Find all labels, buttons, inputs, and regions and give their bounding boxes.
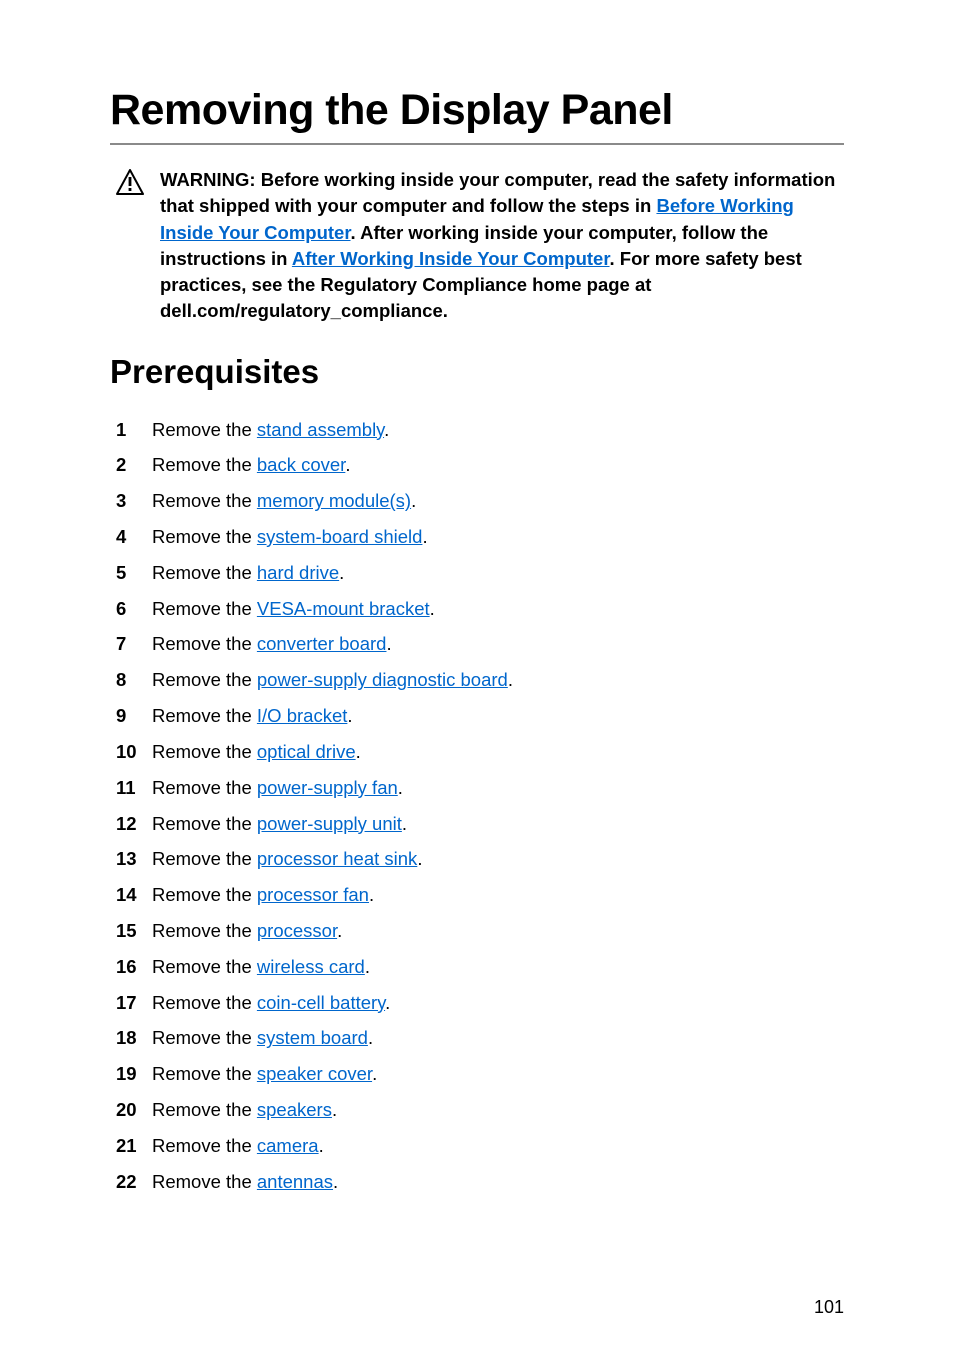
link-optical-drive[interactable]: optical drive [257,741,356,762]
item-number: 4 [116,524,152,551]
list-item: 2Remove the back cover. [116,452,844,479]
item-number: 16 [116,954,152,981]
list-item: 13Remove the processor heat sink. [116,846,844,873]
warning-icon [116,169,144,200]
item-text: Remove the I/O bracket. [152,703,844,730]
list-item: 5Remove the hard drive. [116,560,844,587]
link-power-supply-fan[interactable]: power-supply fan [257,777,398,798]
item-text: Remove the coin-cell battery. [152,990,844,1017]
item-number: 8 [116,667,152,694]
list-item: 15Remove the processor. [116,918,844,945]
page-title: Removing the Display Panel [110,86,844,145]
list-item: 3Remove the memory module(s). [116,488,844,515]
link-speaker-cover[interactable]: speaker cover [257,1063,372,1084]
item-number: 20 [116,1097,152,1124]
list-item: 17Remove the coin-cell battery. [116,990,844,1017]
item-text: Remove the system board. [152,1025,844,1052]
item-number: 19 [116,1061,152,1088]
section-heading: Prerequisites [110,353,844,391]
list-item: 4Remove the system-board shield. [116,524,844,551]
item-text: Remove the back cover. [152,452,844,479]
item-number: 6 [116,596,152,623]
link-stand-assembly[interactable]: stand assembly [257,419,384,440]
list-item: 18Remove the system board. [116,1025,844,1052]
list-item: 12Remove the power-supply unit. [116,811,844,838]
link-processor-fan[interactable]: processor fan [257,884,369,905]
list-item: 9Remove the I/O bracket. [116,703,844,730]
link-power-supply-unit[interactable]: power-supply unit [257,813,402,834]
item-number: 5 [116,560,152,587]
document-page: Removing the Display Panel WARNING: Befo… [0,0,954,1195]
link-coin-cell-battery[interactable]: coin-cell battery [257,992,385,1013]
link-after-working[interactable]: After Working Inside Your Computer [292,248,610,269]
item-text: Remove the processor. [152,918,844,945]
item-number: 18 [116,1025,152,1052]
list-item: 10Remove the optical drive. [116,739,844,766]
list-item: 21Remove the camera. [116,1133,844,1160]
list-item: 7Remove the converter board. [116,631,844,658]
item-number: 21 [116,1133,152,1160]
item-number: 10 [116,739,152,766]
item-number: 11 [116,775,152,802]
item-number: 13 [116,846,152,873]
item-number: 17 [116,990,152,1017]
list-item: 8Remove the power-supply diagnostic boar… [116,667,844,694]
list-item: 14Remove the processor fan. [116,882,844,909]
warning-block: WARNING: Before working inside your comp… [110,167,844,325]
item-text: Remove the processor fan. [152,882,844,909]
link-processor-heat-sink[interactable]: processor heat sink [257,848,417,869]
link-camera[interactable]: camera [257,1135,319,1156]
item-number: 12 [116,811,152,838]
item-text: Remove the speaker cover. [152,1061,844,1088]
item-number: 2 [116,452,152,479]
item-text: Remove the memory module(s). [152,488,844,515]
item-number: 3 [116,488,152,515]
item-text: Remove the camera. [152,1133,844,1160]
link-system-board-shield[interactable]: system-board shield [257,526,423,547]
page-number: 101 [814,1297,844,1318]
link-wireless-card[interactable]: wireless card [257,956,365,977]
item-text: Remove the stand assembly. [152,417,844,444]
item-text: Remove the optical drive. [152,739,844,766]
list-item: 11Remove the power-supply fan. [116,775,844,802]
link-system-board[interactable]: system board [257,1027,368,1048]
link-hard-drive[interactable]: hard drive [257,562,339,583]
item-text: Remove the antennas. [152,1169,844,1196]
link-io-bracket[interactable]: I/O bracket [257,705,347,726]
link-antennas[interactable]: antennas [257,1171,333,1192]
item-text: Remove the hard drive. [152,560,844,587]
list-item: 19Remove the speaker cover. [116,1061,844,1088]
item-number: 14 [116,882,152,909]
item-number: 9 [116,703,152,730]
list-item: 16Remove the wireless card. [116,954,844,981]
item-number: 15 [116,918,152,945]
item-text: Remove the wireless card. [152,954,844,981]
list-item: 20Remove the speakers. [116,1097,844,1124]
item-text: Remove the speakers. [152,1097,844,1124]
link-power-supply-diagnostic-board[interactable]: power-supply diagnostic board [257,669,508,690]
link-converter-board[interactable]: converter board [257,633,387,654]
link-speakers[interactable]: speakers [257,1099,332,1120]
item-text: Remove the power-supply fan. [152,775,844,802]
list-item: 1Remove the stand assembly. [116,417,844,444]
prerequisites-list: 1Remove the stand assembly. 2Remove the … [110,417,844,1196]
item-number: 1 [116,417,152,444]
item-text: Remove the converter board. [152,631,844,658]
item-number: 7 [116,631,152,658]
item-text: Remove the system-board shield. [152,524,844,551]
list-item: 22Remove the antennas. [116,1169,844,1196]
item-text: Remove the VESA-mount bracket. [152,596,844,623]
link-back-cover[interactable]: back cover [257,454,345,475]
list-item: 6Remove the VESA-mount bracket. [116,596,844,623]
item-text: Remove the power-supply unit. [152,811,844,838]
item-text: Remove the power-supply diagnostic board… [152,667,844,694]
item-text: Remove the processor heat sink. [152,846,844,873]
item-number: 22 [116,1169,152,1196]
link-vesa-mount-bracket[interactable]: VESA-mount bracket [257,598,430,619]
warning-text: WARNING: Before working inside your comp… [160,167,844,325]
link-memory-modules[interactable]: memory module(s) [257,490,411,511]
link-processor[interactable]: processor [257,920,337,941]
